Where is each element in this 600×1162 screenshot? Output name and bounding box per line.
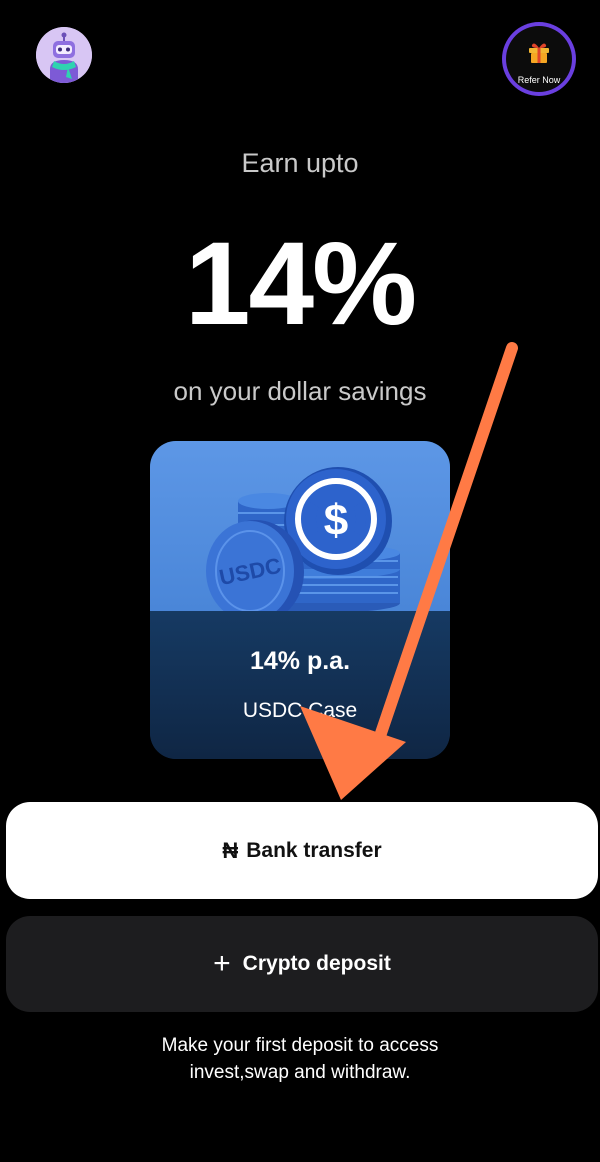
svg-text:$: $	[324, 496, 348, 545]
earn-rate: 14%	[184, 218, 417, 350]
refer-now-button[interactable]: Refer Now	[502, 22, 576, 96]
bank-transfer-label: Bank transfer	[246, 838, 382, 862]
card-rate: 14% p.a.	[249, 647, 351, 675]
card-name: USDC Case	[242, 699, 358, 722]
usdc-case-card[interactable]: $ USDC 14% p.a. USDC Case	[150, 441, 450, 759]
avatar[interactable]	[36, 27, 92, 83]
card-illustration: $ USDC	[150, 441, 450, 624]
plus-icon: +	[213, 947, 231, 980]
robot-avatar-icon	[36, 27, 92, 83]
naira-icon: ₦	[222, 837, 239, 863]
card-info-panel	[150, 611, 450, 759]
bank-transfer-button[interactable]: ₦ Bank transfer	[6, 802, 598, 899]
earn-upto-text: Earn upto	[241, 148, 359, 178]
deposit-note-line1: Make your first deposit to access	[161, 1035, 439, 1056]
usdc-coins-icon: $ USDC	[206, 467, 400, 624]
refer-now-label: Refer Now	[517, 75, 561, 85]
deposit-screen: Refer Now Earn upto 14% on your dollar s…	[0, 0, 600, 1162]
deposit-note: Make your first deposit to access invest…	[100, 1032, 500, 1086]
crypto-deposit-button[interactable]: + Crypto deposit	[6, 916, 598, 1012]
gift-icon	[529, 43, 549, 63]
savings-subtitle: on your dollar savings	[173, 376, 427, 406]
deposit-note-line2: invest,swap and withdraw.	[189, 1062, 411, 1083]
refer-now-inner: Refer Now	[506, 26, 572, 92]
crypto-deposit-label: Crypto deposit	[242, 952, 391, 975]
